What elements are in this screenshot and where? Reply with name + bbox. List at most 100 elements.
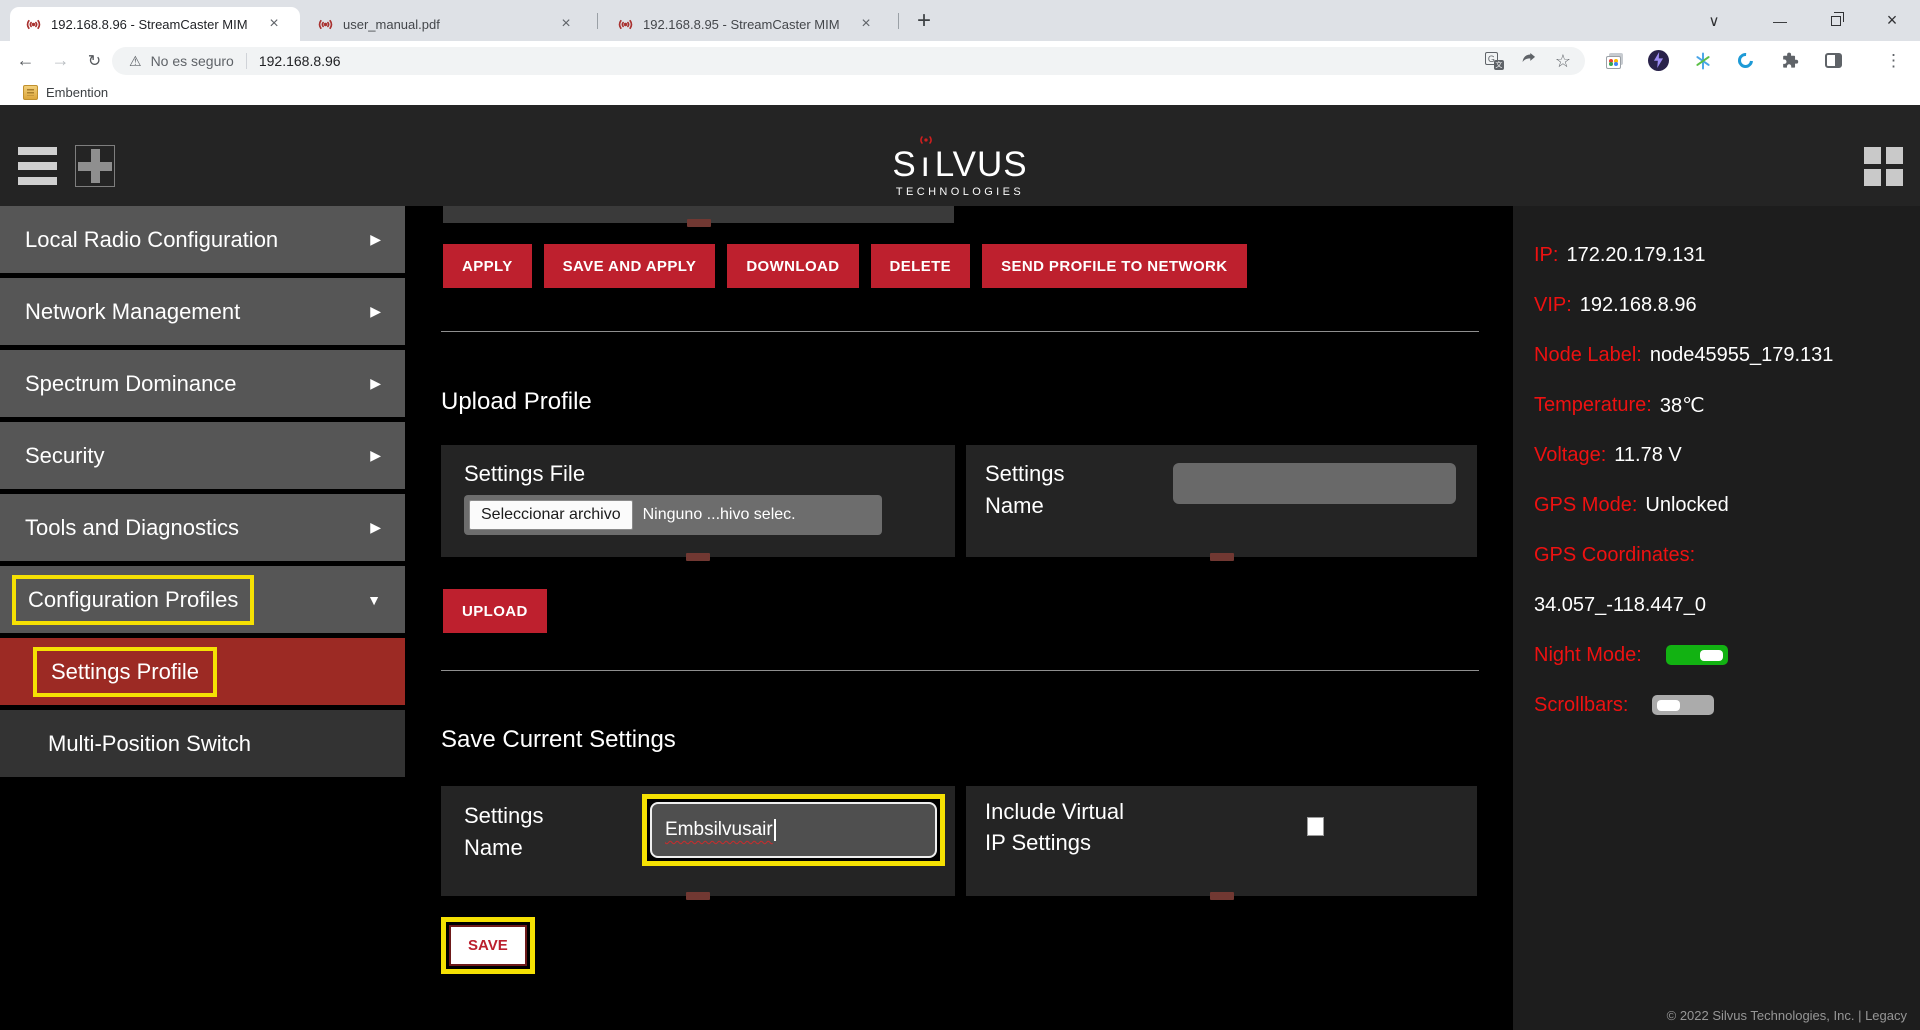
tab-strip: 192.168.8.96 - StreamCaster MIM × user_m… [0, 0, 1920, 41]
status-gps-value: 34.057_-118.447_0 [1534, 595, 1920, 615]
tab-close-icon[interactable]: × [264, 14, 284, 34]
forward-button[interactable]: → [47, 47, 74, 74]
scrollbars-toggle[interactable] [1652, 695, 1714, 715]
address-divider [246, 53, 247, 69]
grid-layout-icon[interactable] [1864, 147, 1903, 186]
text-cursor [774, 819, 776, 841]
tab-user-manual[interactable]: user_manual.pdf × [302, 7, 592, 41]
bookmark-embention[interactable]: Embention [23, 85, 108, 100]
radio-favicon-icon [25, 16, 42, 33]
minimize-button[interactable]: — [1752, 0, 1808, 41]
logo-subtitle: TECHNOLOGIES [0, 186, 1920, 198]
tab-separator [898, 13, 899, 29]
save-and-apply-button[interactable]: SAVE AND APPLY [544, 244, 716, 288]
highlight-box: SAVE [441, 917, 535, 974]
section-divider [441, 331, 1479, 332]
sidebar-item-settings-profile[interactable]: Settings Profile [0, 638, 405, 710]
close-window-button[interactable]: × [1864, 0, 1920, 41]
expand-right-icon: ▶ [370, 375, 381, 392]
photos-extension-icon[interactable] [1601, 47, 1628, 74]
url-text: 192.168.8.96 [259, 53, 341, 69]
upload-button[interactable]: UPLOAD [443, 589, 547, 633]
delete-button[interactable]: DELETE [871, 244, 971, 288]
tab-title: 192.168.8.96 - StreamCaster MIM [51, 17, 264, 32]
send-profile-to-network-button[interactable]: SEND PROFILE TO NETWORK [982, 244, 1246, 288]
sidebar-item-tools-and-diagnostics[interactable]: Tools and Diagnostics ▶ [0, 494, 405, 566]
embention-favicon-icon [23, 85, 38, 100]
copyright-footer: © 2022 Silvus Technologies, Inc. | Legac… [1667, 1008, 1907, 1023]
extensions-puzzle-icon[interactable] [1776, 47, 1803, 74]
status-night-mode: Night Mode: [1534, 645, 1920, 665]
sidebar-item-security[interactable]: Security ▶ [0, 422, 405, 494]
save-button[interactable]: SAVE [449, 925, 527, 966]
restore-button[interactable] [1808, 0, 1864, 41]
toggle-knob [1700, 650, 1723, 661]
site-body: Local Radio Configuration ▶ Network Mana… [0, 206, 1920, 1030]
status-vip: VIP:192.168.8.96 [1534, 295, 1920, 315]
tab-separator [597, 13, 598, 29]
tab-streamcaster-95[interactable]: 192.168.8.95 - StreamCaster MIM × [602, 7, 892, 41]
sidebar-item-configuration-profiles[interactable]: Configuration Profiles ▼ [0, 566, 405, 638]
logo-antenna-icon [918, 135, 934, 145]
reload-button[interactable]: ↻ [81, 47, 108, 74]
lightning-extension-icon[interactable] [1645, 47, 1672, 74]
side-panel-icon[interactable] [1820, 47, 1847, 74]
share-icon[interactable] [1520, 49, 1539, 73]
site-header: S ı LVUS TECHNOLOGIES [0, 105, 1920, 206]
sidebar-item-local-radio-configuration[interactable]: Local Radio Configuration ▶ [0, 206, 405, 278]
apply-button[interactable]: APPLY [443, 244, 532, 288]
night-mode-toggle[interactable] [1666, 645, 1728, 665]
security-label: No es seguro [151, 53, 234, 69]
tab-close-icon[interactable]: × [556, 14, 576, 34]
settings-name-label: Settings Name [985, 458, 1115, 522]
panel-handle [1210, 892, 1234, 900]
panel-handle [686, 553, 710, 561]
include-checkbox[interactable] [1307, 817, 1324, 836]
sidebar-item-network-management[interactable]: Network Management ▶ [0, 278, 405, 350]
tab-streamcaster-96[interactable]: 192.168.8.96 - StreamCaster MIM × [10, 7, 300, 41]
address-bar[interactable]: ⚠ No es seguro 192.168.8.96 G 文 ☆ [112, 47, 1585, 75]
profile-actions-row: APPLY SAVE AND APPLY DOWNLOAD DELETE SEN… [443, 244, 1247, 288]
save-current-settings-heading: Save Current Settings [441, 726, 676, 754]
settings-name-label: Settings Name [464, 800, 584, 864]
bookmark-star-icon[interactable]: ☆ [1555, 52, 1571, 70]
expand-down-icon: ▼ [367, 592, 381, 608]
panel-handle [686, 892, 710, 900]
upload-profile-heading: Upload Profile [441, 388, 592, 416]
restore-icon [1831, 16, 1841, 26]
status-temperature: Temperature:38℃ [1534, 395, 1920, 415]
clock-extension-icon[interactable] [1732, 47, 1759, 74]
snowflake-extension-icon[interactable] [1689, 47, 1716, 74]
status-gps-mode: GPS Mode:Unlocked [1534, 495, 1920, 515]
tab-close-icon[interactable]: × [856, 14, 876, 34]
back-button[interactable]: ← [12, 47, 39, 74]
status-voltage: Voltage:11.78 V [1534, 445, 1920, 465]
file-input[interactable]: Seleccionar archivo Ninguno ...hivo sele… [464, 495, 882, 535]
bookmarks-bar: Embention [0, 80, 1920, 105]
browser-menu-icon[interactable]: ⋮ [1880, 47, 1907, 74]
choose-file-button[interactable]: Seleccionar archivo [469, 500, 633, 530]
tab-title: 192.168.8.95 - StreamCaster MIM [643, 17, 856, 32]
tab-search-icon[interactable]: ∨ [1692, 0, 1736, 41]
include-virtual-ip-panel: Include Virtual IP Settings [966, 786, 1477, 896]
status-ip: IP:172.20.179.131 [1534, 245, 1920, 265]
expand-right-icon: ▶ [370, 231, 381, 248]
warning-icon[interactable]: ⚠ [129, 53, 142, 70]
expand-right-icon: ▶ [370, 519, 381, 536]
settings-name-input[interactable]: Embsilvusair [650, 802, 937, 858]
translate-icon[interactable]: G 文 [1485, 52, 1504, 70]
sidebar-item-spectrum-dominance[interactable]: Spectrum Dominance ▶ [0, 350, 405, 422]
expand-right-icon: ▶ [370, 303, 381, 320]
toggle-knob [1657, 700, 1680, 711]
download-button[interactable]: DOWNLOAD [727, 244, 858, 288]
status-panel: IP:172.20.179.131 VIP:192.168.8.96 Node … [1513, 206, 1920, 1030]
panel-handle [1210, 553, 1234, 561]
upload-settings-name-input[interactable] [1173, 463, 1456, 504]
new-tab-button[interactable]: + [910, 7, 938, 35]
file-status-text: Ninguno ...hivo selec. [643, 506, 796, 524]
main-content: APPLY SAVE AND APPLY DOWNLOAD DELETE SEN… [405, 206, 1513, 1030]
browser-window: 192.168.8.96 - StreamCaster MIM × user_m… [0, 0, 1920, 1030]
expand-right-icon: ▶ [370, 447, 381, 464]
radio-favicon-icon [617, 16, 634, 33]
sidebar-item-multi-position-switch[interactable]: Multi-Position Switch [0, 710, 405, 782]
